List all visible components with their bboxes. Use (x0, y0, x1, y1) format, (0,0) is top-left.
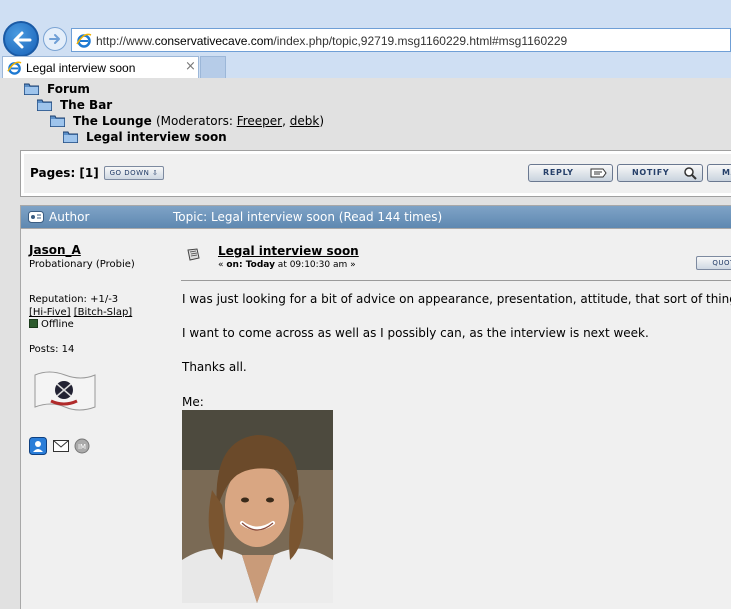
message-line: Thanks all. (182, 360, 247, 374)
folder-open-icon (63, 131, 78, 143)
poster-reputation: Reputation: +1/-3 (29, 294, 119, 305)
email-icon[interactable] (52, 440, 69, 455)
ie-logo-icon (7, 61, 22, 75)
reputation-links: [Hi-Five] [Bitch-Slap] (29, 307, 132, 318)
contact-icons: IM (29, 437, 92, 458)
reply-button[interactable]: REPLY (528, 164, 613, 182)
breadcrumb-forum[interactable]: Forum (24, 82, 90, 96)
poster-name-link[interactable]: Jason_A (29, 243, 81, 257)
url-text: http://www.conservativecave.com/index.ph… (96, 34, 568, 48)
pages-bar: Pages: [1] GO DOWN ⇩ REPLY NOTIFY MARK (20, 150, 731, 197)
address-bar[interactable]: http://www.conservativecave.com/index.ph… (71, 28, 731, 52)
go-down-button[interactable]: GO DOWN ⇩ (104, 166, 164, 180)
army-flag-avatar (34, 371, 96, 411)
mark-button[interactable]: MARK (707, 164, 731, 182)
breadcrumb-bar[interactable]: The Bar (37, 98, 112, 112)
folder-icon (50, 115, 65, 127)
topic-header: Author Topic: Legal interview soon (Read… (20, 205, 731, 229)
moderators-label: (Moderators: Freeper, debk) (155, 114, 325, 128)
browser-tab[interactable]: Legal interview soon × (2, 56, 199, 78)
moderator-link-debk[interactable]: debk (290, 114, 320, 128)
message-icon (187, 248, 200, 261)
user-photo (182, 410, 333, 603)
topic-title-label: Topic: Legal interview soon (Read 144 ti… (173, 210, 443, 224)
arrow-left-icon (13, 31, 32, 49)
moderator-link-freeper[interactable]: Freeper (237, 114, 282, 128)
message-subject-link[interactable]: Legal interview soon (218, 244, 359, 258)
poster-rank: Probationary (Probie) (29, 259, 135, 270)
message-divider (181, 280, 731, 281)
author-card-icon (28, 211, 44, 223)
svg-text:IM: IM (78, 443, 86, 451)
breadcrumb-lounge[interactable]: The Lounge (Moderators: Freeper, debk) (50, 114, 324, 128)
message-line: I was just looking for a bit of advice o… (182, 292, 731, 306)
poster-status: Offline (29, 319, 74, 330)
browser-chrome: http://www.conservativecave.com/index.ph… (0, 0, 731, 78)
page-content: Forum The Bar The Lounge (Moderators: Fr… (0, 78, 731, 609)
im-icon[interactable]: IM (74, 438, 90, 457)
ie-logo-icon (76, 33, 92, 48)
tab-title: Legal interview soon (26, 61, 136, 75)
folder-icon (37, 99, 52, 111)
offline-status-icon (29, 319, 38, 328)
message-date: « on: Today at 09:10:30 am » (218, 260, 356, 270)
hi-five-link[interactable]: [Hi-Five] (29, 307, 71, 318)
pages-label: Pages: [1] (30, 166, 99, 180)
tab-close-icon[interactable]: × (185, 59, 196, 74)
reply-icon (590, 168, 607, 178)
magnifier-icon (684, 167, 697, 180)
arrow-right-icon (49, 34, 60, 44)
message-line: I want to come across as well as I possi… (182, 326, 649, 340)
breadcrumb-topic[interactable]: Legal interview soon (63, 130, 227, 144)
profile-icon[interactable] (29, 437, 47, 458)
folder-icon (24, 83, 39, 95)
back-button[interactable] (3, 21, 39, 57)
bitch-slap-link[interactable]: [Bitch-Slap] (74, 307, 132, 318)
notify-button[interactable]: NOTIFY (617, 164, 703, 182)
new-tab-button[interactable] (200, 56, 226, 78)
author-column-label: Author (49, 210, 90, 224)
post: Jason_A Probationary (Probie) Reputation… (20, 229, 731, 609)
poster-post-count: Posts: 14 (29, 344, 75, 355)
message-line: Me: (182, 395, 204, 409)
quote-button[interactable]: QUOTE (696, 256, 731, 270)
forward-button[interactable] (43, 27, 67, 51)
